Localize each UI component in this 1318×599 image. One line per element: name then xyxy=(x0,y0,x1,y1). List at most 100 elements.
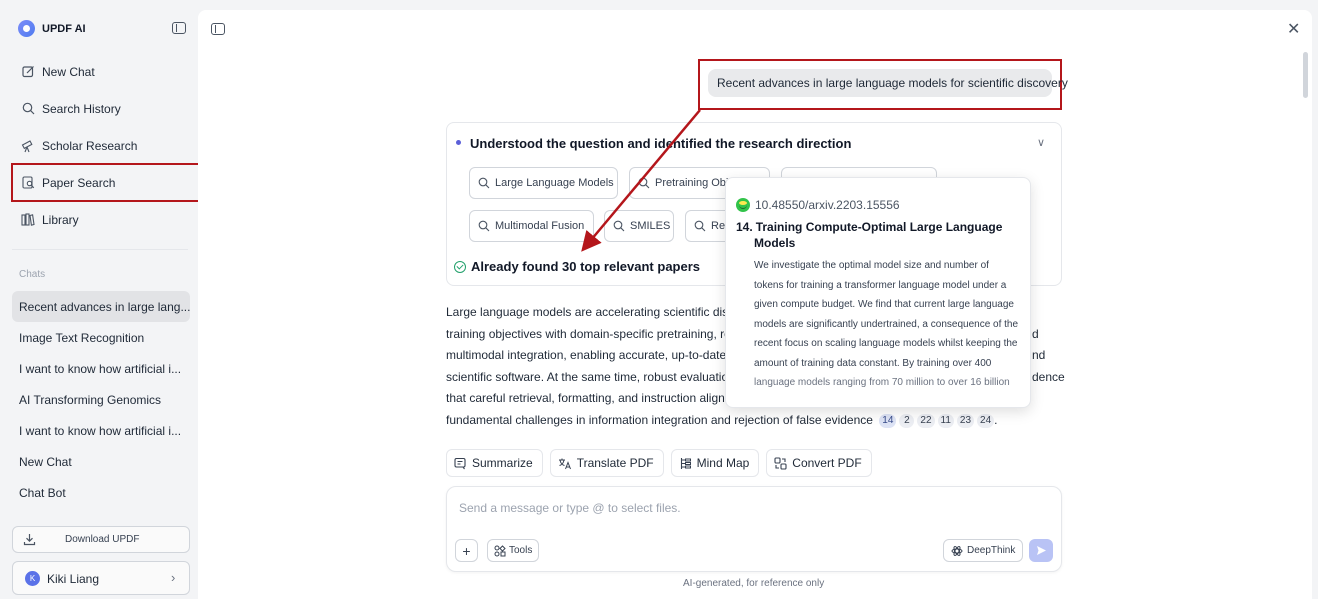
keyword-label: Large Language Models xyxy=(495,177,614,189)
divider xyxy=(12,249,188,250)
citation-tooltip: 10.48550/arxiv.2203.15556 14. Training Co… xyxy=(725,177,1031,408)
abstract-line: recent focus on scaling language models … xyxy=(754,338,1018,349)
sentence-period: . xyxy=(994,412,998,427)
abstract-line: models are significantly undertrained, a… xyxy=(754,318,1019,330)
paper-title-line: Models xyxy=(754,236,796,250)
toggle-panel-icon[interactable] xyxy=(211,23,225,35)
convert-pdf-button[interactable]: Convert PDF xyxy=(766,449,872,477)
sidebar-item-label: Paper Search xyxy=(42,175,116,190)
sidebar-item-search-history[interactable]: Search History xyxy=(12,90,200,127)
chevron-right-icon: › xyxy=(171,570,176,585)
citation-badge[interactable]: 24 xyxy=(977,413,995,428)
doi-text: 10.48550/arxiv.2203.15556 xyxy=(755,198,900,212)
download-icon xyxy=(23,533,36,549)
download-label: Download UPDF xyxy=(65,534,140,545)
plus-icon: + xyxy=(462,542,471,559)
answer-line: fundamental challenges in information in… xyxy=(446,410,1066,432)
add-attachment-button[interactable]: + xyxy=(455,539,478,562)
chat-item[interactable]: I want to know how artificial i... xyxy=(12,415,190,446)
chat-item[interactable]: Recent advances in large lang... xyxy=(12,291,190,322)
answer-line-text: multimodal integration, enabling accurat… xyxy=(446,348,727,362)
atom-icon xyxy=(951,545,963,556)
collapse-sidebar-icon[interactable] xyxy=(172,22,186,34)
answer-line-text: training objectives with domain-specific… xyxy=(446,326,731,341)
sidebar-item-scholar-research[interactable]: Scholar Research xyxy=(12,127,200,164)
message-input[interactable] xyxy=(459,501,1019,515)
mind-map-button[interactable]: Mind Map xyxy=(670,449,760,477)
citation-badge[interactable]: 23 xyxy=(956,413,975,428)
convert-icon xyxy=(774,456,787,470)
search-icon xyxy=(613,220,625,232)
smile-icon xyxy=(736,198,750,212)
sidebar-item-paper-search[interactable]: Paper Search xyxy=(11,163,201,202)
sidebar-item-label: Scholar Research xyxy=(42,138,138,153)
summarize-button[interactable]: Summarize xyxy=(446,449,543,477)
paper-search-icon xyxy=(21,176,35,190)
close-icon[interactable]: ✕ xyxy=(1287,19,1300,39)
search-icon xyxy=(638,177,650,189)
sidebar: UPDF AI New Chat Search History Scholar … xyxy=(0,0,201,599)
tools-button[interactable]: Tools xyxy=(487,539,540,562)
tools-icon xyxy=(494,544,506,556)
abstract-line: language models ranging from 70 million … xyxy=(754,377,1010,388)
chats-section-label: Chats xyxy=(19,269,46,280)
sidebar-item-label: Library xyxy=(42,212,79,227)
translate-pdf-label: Translate PDF xyxy=(576,456,654,470)
answer-line-text: Large language models are accelerating s… xyxy=(446,305,735,319)
chat-item[interactable]: I want to know how artificial i... xyxy=(12,353,190,384)
abstract-line: given compute budget. We find that curre… xyxy=(754,299,1014,310)
sidebar-item-library[interactable]: Library xyxy=(12,201,200,238)
answer-line-tail: nd xyxy=(1032,348,1046,362)
sidebar-item-label: New Chat xyxy=(42,64,95,79)
edit-icon xyxy=(21,65,35,79)
scrollbar[interactable] xyxy=(1303,52,1308,98)
deepthink-button[interactable]: DeepThink xyxy=(943,539,1024,562)
send-button[interactable] xyxy=(1029,539,1053,562)
download-updf-button[interactable]: Download UPDF xyxy=(12,526,190,553)
deepthink-label: DeepThink xyxy=(967,545,1016,556)
citation-badge[interactable]: 11 xyxy=(937,413,954,428)
user-query-bubble: Recent advances in large language models… xyxy=(708,69,1068,97)
keyword-chip[interactable]: SMILES xyxy=(604,210,674,242)
keyword-label: Multimodal Fusion xyxy=(495,220,585,232)
status-dot xyxy=(456,140,461,145)
sidebar-nav: New Chat Search History Scholar Research… xyxy=(11,53,201,238)
chat-item[interactable]: Image Text Recognition xyxy=(12,322,190,353)
citation-badge[interactable]: 2 xyxy=(899,413,915,428)
keyword-label: Pretraining Obj xyxy=(655,177,729,189)
tools-label: Tools xyxy=(509,545,533,556)
chat-item[interactable]: New Chat xyxy=(12,446,190,477)
telescope-icon xyxy=(21,139,35,153)
mind-map-icon xyxy=(680,457,691,469)
answer-line-text: that careful retrieval, formatting, and … xyxy=(446,391,725,405)
search-icon xyxy=(21,102,35,116)
citation-badge[interactable]: 22 xyxy=(917,413,935,428)
paper-title[interactable]: 14. Training Compute-Optimal Large Langua… xyxy=(736,219,1006,251)
keyword-chip[interactable]: Large Language Models xyxy=(469,167,618,199)
translate-icon xyxy=(558,458,571,469)
user-menu[interactable]: K Kiki Liang › xyxy=(12,561,190,595)
answer-line-tail: d xyxy=(1032,326,1039,341)
ai-disclaimer: AI-generated, for reference only xyxy=(683,578,825,589)
citation-badge[interactable]: 14 xyxy=(879,413,897,428)
sidebar-item-label: Search History xyxy=(42,101,121,116)
translate-pdf-button[interactable]: Translate PDF xyxy=(549,449,664,477)
search-icon xyxy=(478,220,490,232)
answer-line-text: fundamental challenges in information in… xyxy=(446,412,873,427)
doi-row[interactable]: 10.48550/arxiv.2203.15556 xyxy=(736,198,900,212)
summarize-icon xyxy=(454,457,466,469)
keyword-chip[interactable]: Multimodal Fusion xyxy=(469,210,594,242)
send-icon xyxy=(1036,546,1046,555)
research-card-title: Understood the question and identified t… xyxy=(470,136,852,151)
user-name: Kiki Liang xyxy=(47,572,100,586)
chat-item[interactable]: Chat Bot xyxy=(12,477,190,508)
keyword-label: SMILES xyxy=(630,220,671,232)
brand-name: UPDF AI xyxy=(42,22,86,35)
highlighted-query: Recent advances in large language models… xyxy=(698,59,1068,110)
sidebar-item-new-chat[interactable]: New Chat xyxy=(12,53,200,90)
brand[interactable]: UPDF AI xyxy=(18,20,86,37)
abstract-line: We investigate the optimal model size an… xyxy=(754,260,989,271)
chevron-down-icon[interactable]: ∨ xyxy=(1037,136,1045,149)
search-icon xyxy=(694,220,706,232)
chat-item[interactable]: AI Transforming Genomics xyxy=(12,384,190,415)
